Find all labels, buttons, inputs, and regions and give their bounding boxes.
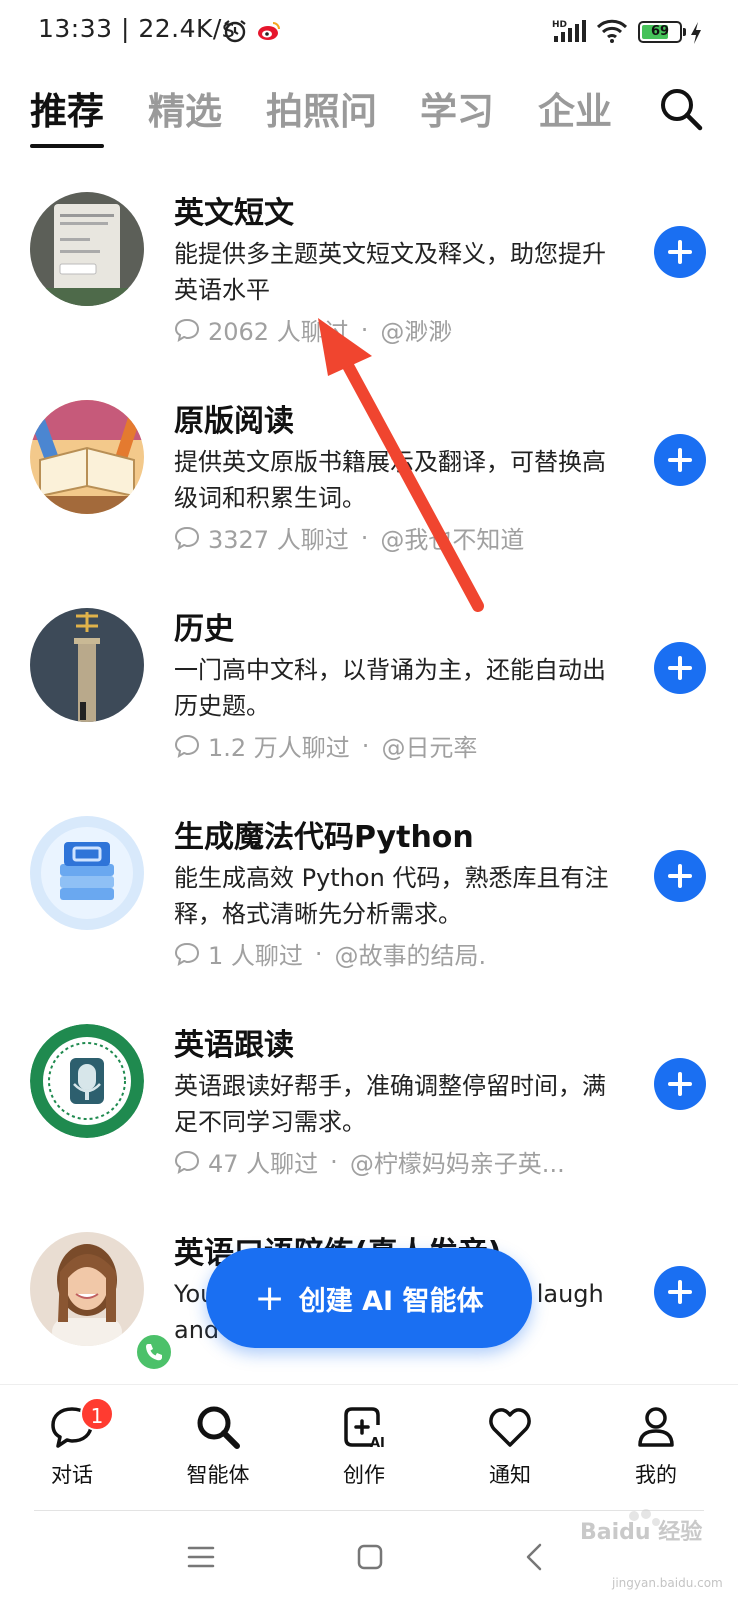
weibo-icon	[258, 22, 280, 40]
phone-icon	[146, 1344, 162, 1361]
watermark-url: jingyan.baidu.com	[612, 1576, 723, 1590]
voice-call-badge	[134, 1332, 174, 1372]
tab-study[interactable]: 学习	[420, 86, 494, 138]
active-tab-indicator	[30, 144, 104, 148]
battery-percent: 69	[650, 24, 670, 39]
agent-author[interactable]: @渺渺	[380, 312, 452, 347]
alarm-clock-icon	[224, 20, 246, 43]
chat-bubble-icon	[174, 734, 200, 758]
charging-bolt-icon	[691, 22, 701, 44]
agent-card[interactable]: 英语跟读 英语跟读好帮手，准确调整停留时间，满足不同学习需求。 47 人聊过 ·…	[0, 1012, 738, 1212]
battery-cap	[683, 28, 686, 36]
create-agent-button[interactable]: + 创建 AI 智能体	[206, 1248, 532, 1348]
agent-title: 英语跟读	[174, 1028, 294, 1063]
add-agent-button[interactable]	[654, 1058, 706, 1110]
agent-author[interactable]: @故事的结局.	[335, 936, 487, 971]
agent-meta: 3327 人聊过 · @我也不知道	[174, 520, 524, 555]
meta-separator: ·	[360, 315, 369, 344]
cellular-signal-icon: HD	[552, 20, 586, 42]
agent-title: 生成魔法代码Python	[174, 820, 474, 855]
agent-card[interactable]: 原版阅读 提供英文原版书籍展示及翻译，可替换高级词和积累生词。 3327 人聊过…	[0, 388, 738, 588]
tab-photo-ask[interactable]: 拍照问	[266, 86, 377, 138]
agent-card[interactable]: 生成魔法代码Python 能生成高效 Python 代码，熟悉库且有注释，格式清…	[0, 804, 738, 1004]
add-agent-button[interactable]	[654, 1266, 706, 1318]
back-icon[interactable]	[520, 1542, 550, 1572]
tab-recommended[interactable]: 推荐	[30, 86, 104, 138]
nav-profile[interactable]: 我的	[606, 1403, 706, 1489]
agent-title: 英文短文	[174, 196, 294, 231]
wifi-icon	[596, 19, 628, 43]
nav-create[interactable]: AI 创作	[314, 1403, 414, 1489]
recent-apps-icon[interactable]	[186, 1542, 216, 1572]
meta-separator: ·	[314, 939, 323, 968]
add-agent-button[interactable]	[654, 850, 706, 902]
chat-bubble-icon	[174, 318, 200, 342]
tab-featured[interactable]: 精选	[148, 86, 222, 138]
agent-chat-count: 1 人聊过	[208, 942, 303, 970]
agent-description: 能提供多主题英文短文及释义，助您提升英语水平	[174, 240, 606, 304]
agent-title: 历史	[174, 612, 234, 647]
agent-chat-count: 1.2 万人聊过	[208, 734, 350, 762]
add-agent-button[interactable]	[654, 434, 706, 486]
agent-author[interactable]: @日元率	[381, 728, 477, 763]
category-tabs: 推荐 精选 拍照问 学习 企业	[0, 80, 738, 150]
agent-description: 英语跟读好帮手，准确调整停留时间，满足不同学习需求。	[174, 1072, 606, 1136]
agent-chat-count: 2062 人聊过	[208, 318, 349, 346]
agent-avatar	[30, 816, 144, 930]
agent-avatar	[30, 608, 144, 722]
nav-agents[interactable]: 智能体	[168, 1403, 268, 1489]
watermark-text: Baidu 经验	[580, 1520, 703, 1545]
agent-chat-count: 3327 人聊过	[208, 526, 349, 554]
create-ai-icon: AI	[344, 1407, 385, 1451]
meta-separator: ·	[330, 1147, 338, 1176]
agent-avatar	[30, 1024, 144, 1138]
add-agent-button[interactable]	[654, 226, 706, 278]
nav-label: 通知	[489, 1463, 531, 1487]
home-icon[interactable]	[355, 1542, 385, 1572]
tab-enterprise[interactable]: 企业	[538, 86, 612, 138]
agent-avatar	[30, 400, 144, 514]
meta-separator: ·	[361, 731, 370, 760]
nav-label: 我的	[635, 1463, 677, 1487]
svg-text:AI: AI	[370, 1436, 385, 1451]
agent-card[interactable]: 历史 一门高中文科，以背诵为主，还能自动出历史题。 1.2 万人聊过 · @日元…	[0, 596, 738, 796]
agent-meta: 47 人聊过 · @柠檬妈妈亲子英...	[174, 1144, 565, 1179]
agent-description: 能生成高效 Python 代码，熟悉库且有注释，格式清晰先分析需求。	[174, 864, 609, 928]
agent-meta: 1 人聊过 · @故事的结局.	[174, 936, 486, 971]
chat-bubble-icon	[174, 1150, 200, 1174]
plus-icon: +	[254, 1277, 285, 1319]
nav-label: 创作	[343, 1463, 385, 1487]
nav-notifications[interactable]: 通知	[460, 1403, 560, 1489]
chat-bubble-icon	[174, 526, 200, 550]
battery-indicator: 69	[638, 21, 682, 43]
unread-badge: 1	[80, 1397, 114, 1431]
agent-author[interactable]: @我也不知道	[380, 520, 524, 555]
heart-icon	[489, 1408, 531, 1447]
agent-author[interactable]: @柠檬妈妈亲子英...	[350, 1144, 565, 1179]
create-agent-label: 创建 AI 智能体	[298, 1285, 484, 1317]
agent-description: 提供英文原版书籍展示及翻译，可替换高级词和积累生词。	[174, 448, 606, 512]
agent-avatar	[30, 192, 144, 306]
nav-label: 对话	[51, 1463, 93, 1487]
agent-meta: 2062 人聊过 · @渺渺	[174, 312, 452, 347]
bottom-navigation: 1 对话 智能体 AI 创作 通知 我的	[0, 1384, 738, 1508]
nav-label: 智能体	[186, 1463, 250, 1487]
svg-text:HD: HD	[552, 20, 567, 30]
meta-separator: ·	[360, 523, 369, 552]
status-time: 13:33 | 22.4K/s	[38, 14, 236, 43]
search-icon	[197, 1406, 240, 1449]
agent-meta: 1.2 万人聊过 · @日元率	[174, 728, 477, 763]
agent-avatar	[30, 1232, 144, 1346]
user-icon	[638, 1407, 674, 1447]
agent-chat-count: 47 人聊过	[208, 1150, 319, 1178]
agent-card[interactable]: 英文短文 能提供多主题英文短文及释义，助您提升英语水平 2062 人聊过 · @…	[0, 180, 738, 380]
add-agent-button[interactable]	[654, 642, 706, 694]
search-icon[interactable]	[658, 86, 704, 132]
agent-description: 一门高中文科，以背诵为主，还能自动出历史题。	[174, 656, 606, 720]
nav-chat[interactable]: 1 对话	[22, 1397, 122, 1489]
agent-title: 原版阅读	[174, 404, 294, 439]
chat-bubble-icon	[174, 942, 200, 966]
status-bar: 13:33 | 22.4K/s HD 69	[0, 0, 738, 64]
